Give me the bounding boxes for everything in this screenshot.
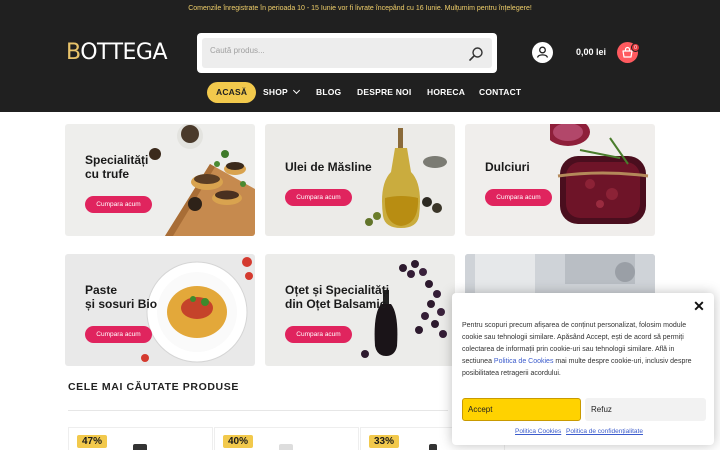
search-box	[197, 33, 497, 73]
main-nav: ACASĂ SHOP BLOG DESPRE NOI HORECA CONTAC…	[0, 82, 720, 104]
product-image	[429, 444, 437, 450]
category-title: Paste și sosuri Bio	[85, 283, 157, 311]
buy-now-button[interactable]: Cumpara acum	[85, 196, 152, 213]
category-title-line2: și sosuri Bio	[85, 297, 158, 311]
accept-cookies-button[interactable]: Accept	[462, 398, 581, 421]
product-card[interactable]: 47%	[68, 427, 213, 450]
category-card-truffles[interactable]: Specialități cu trufe Cumpara acum	[65, 124, 255, 236]
search-field-bg	[202, 38, 492, 68]
category-title-line2: cu trufe	[85, 167, 130, 181]
category-title: Dulciuri	[485, 160, 530, 174]
olive-oil-image	[365, 128, 447, 228]
nav-item-contact[interactable]: CONTACT	[479, 82, 521, 103]
discount-badge: 33%	[369, 435, 400, 448]
privacy-policy-footer-link[interactable]: Politica de confidențialitate	[566, 428, 643, 435]
category-title-line2: din Oțet Balsamic	[285, 297, 387, 311]
cookies-policy-footer-link[interactable]: Politica Cookies	[515, 428, 561, 435]
cookie-consent-dialog: ✕ Pentru scopuri precum afișarea de conț…	[452, 293, 714, 445]
search-icon[interactable]	[468, 46, 484, 62]
refuse-cookies-button[interactable]: Refuz	[585, 398, 706, 421]
category-title-line1: Dulciuri	[485, 160, 530, 174]
category-title: Ulei de Măsline	[285, 160, 372, 174]
cart-total[interactable]: 0,00 lei	[576, 47, 606, 57]
nav-item-horeca[interactable]: HORECA	[427, 82, 465, 103]
jam-jar-image	[550, 124, 649, 224]
buy-now-button[interactable]: Cumpara acum	[485, 189, 552, 206]
cart-count-badge: 0	[631, 43, 640, 52]
account-icon[interactable]	[532, 42, 553, 63]
nav-item-about[interactable]: DESPRE NOI	[357, 82, 411, 103]
announcement-bar: Comenzile înregistrate în perioada 10 - …	[188, 5, 532, 12]
search-input[interactable]	[210, 46, 450, 55]
category-card-vinegar[interactable]: Oțet și Specialități din Oțet Balsamic C…	[265, 254, 455, 366]
discount-badge: 47%	[77, 435, 108, 448]
category-title: Specialități cu trufe	[85, 153, 148, 181]
logo[interactable]: BOTTEGA	[66, 40, 168, 65]
cookie-message: Pentru scopuri precum afișarea de conțin…	[462, 320, 702, 380]
section-title: CELE MAI CĂUTATE PRODUSE	[68, 381, 239, 393]
site-header: Comenzile înregistrate în perioada 10 - …	[0, 0, 720, 112]
logo-initial: B	[66, 40, 81, 65]
category-title-line1: Ulei de Măsline	[285, 160, 372, 174]
category-title: Oțet și Specialități din Oțet Balsamic	[285, 283, 389, 311]
section-divider	[68, 410, 448, 411]
cookie-policy-link[interactable]: Politica de Cookies	[494, 358, 554, 365]
category-title-line1: Oțet și Specialități	[285, 283, 390, 297]
product-card[interactable]: 40%	[214, 427, 359, 450]
category-card-sweets[interactable]: Dulciuri Cumpara acum	[465, 124, 655, 236]
chevron-down-icon	[292, 86, 300, 95]
logo-text: OTTEGA	[80, 40, 168, 65]
product-image	[133, 444, 147, 450]
category-title-line1: Specialități	[85, 153, 149, 167]
buy-now-button[interactable]: Cumpara acum	[285, 326, 352, 343]
truffle-dish-image	[149, 124, 255, 236]
discount-badge: 40%	[223, 435, 254, 448]
category-card-olive-oil[interactable]: Ulei de Măsline Cumpara acum	[265, 124, 455, 236]
buy-now-button[interactable]: Cumpara acum	[285, 189, 352, 206]
nav-item-home[interactable]: ACASĂ	[207, 82, 257, 103]
buy-now-button[interactable]: Cumpara acum	[85, 326, 152, 343]
category-title-line1: Paste	[85, 283, 118, 297]
nav-item-blog[interactable]: BLOG	[316, 82, 341, 103]
close-icon[interactable]: ✕	[692, 299, 706, 313]
nav-item-shop-label: SHOP	[263, 87, 288, 97]
nav-item-shop[interactable]: SHOP	[263, 82, 300, 103]
product-image	[279, 444, 293, 450]
category-card-pasta[interactable]: Paste și sosuri Bio Cumpara acum	[65, 254, 255, 366]
